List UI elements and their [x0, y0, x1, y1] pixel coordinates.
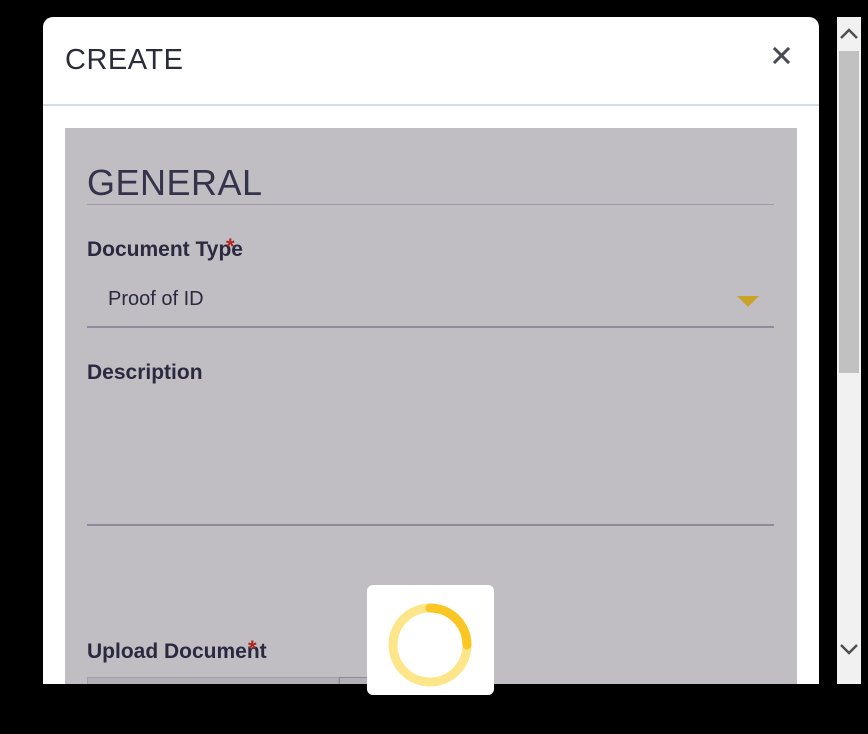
upload-document-required-mark: * — [248, 636, 257, 661]
section-divider — [87, 204, 774, 205]
document-type-select[interactable]: Proof of ID — [87, 278, 774, 328]
upload-file-field[interactable] — [87, 677, 339, 684]
loading-spinner-card — [367, 585, 494, 695]
section-title: GENERAL — [87, 162, 263, 203]
spinner-icon — [388, 603, 472, 687]
dialog-title: CREATE — [65, 44, 184, 76]
close-icon — [772, 46, 791, 65]
document-type-required-mark: * — [226, 234, 235, 259]
triangle-down-icon — [737, 296, 759, 307]
description-label: Description — [87, 361, 203, 384]
scroll-thumb[interactable] — [839, 51, 859, 373]
description-textarea[interactable] — [87, 400, 774, 526]
vertical-scrollbar[interactable] — [837, 17, 861, 684]
close-button[interactable] — [769, 43, 795, 69]
upload-document-label: Upload Document — [87, 640, 267, 663]
document-type-label: Document Type — [87, 238, 243, 261]
create-dialog: CREATE GENERAL Document Type * Proof of … — [43, 17, 819, 684]
chevron-down-icon — [840, 644, 858, 655]
scroll-down-button[interactable] — [837, 636, 861, 666]
scroll-up-button[interactable] — [837, 17, 861, 47]
document-type-value: Proof of ID — [108, 288, 204, 310]
dialog-header: CREATE — [43, 17, 819, 106]
chevron-up-icon — [840, 28, 858, 39]
